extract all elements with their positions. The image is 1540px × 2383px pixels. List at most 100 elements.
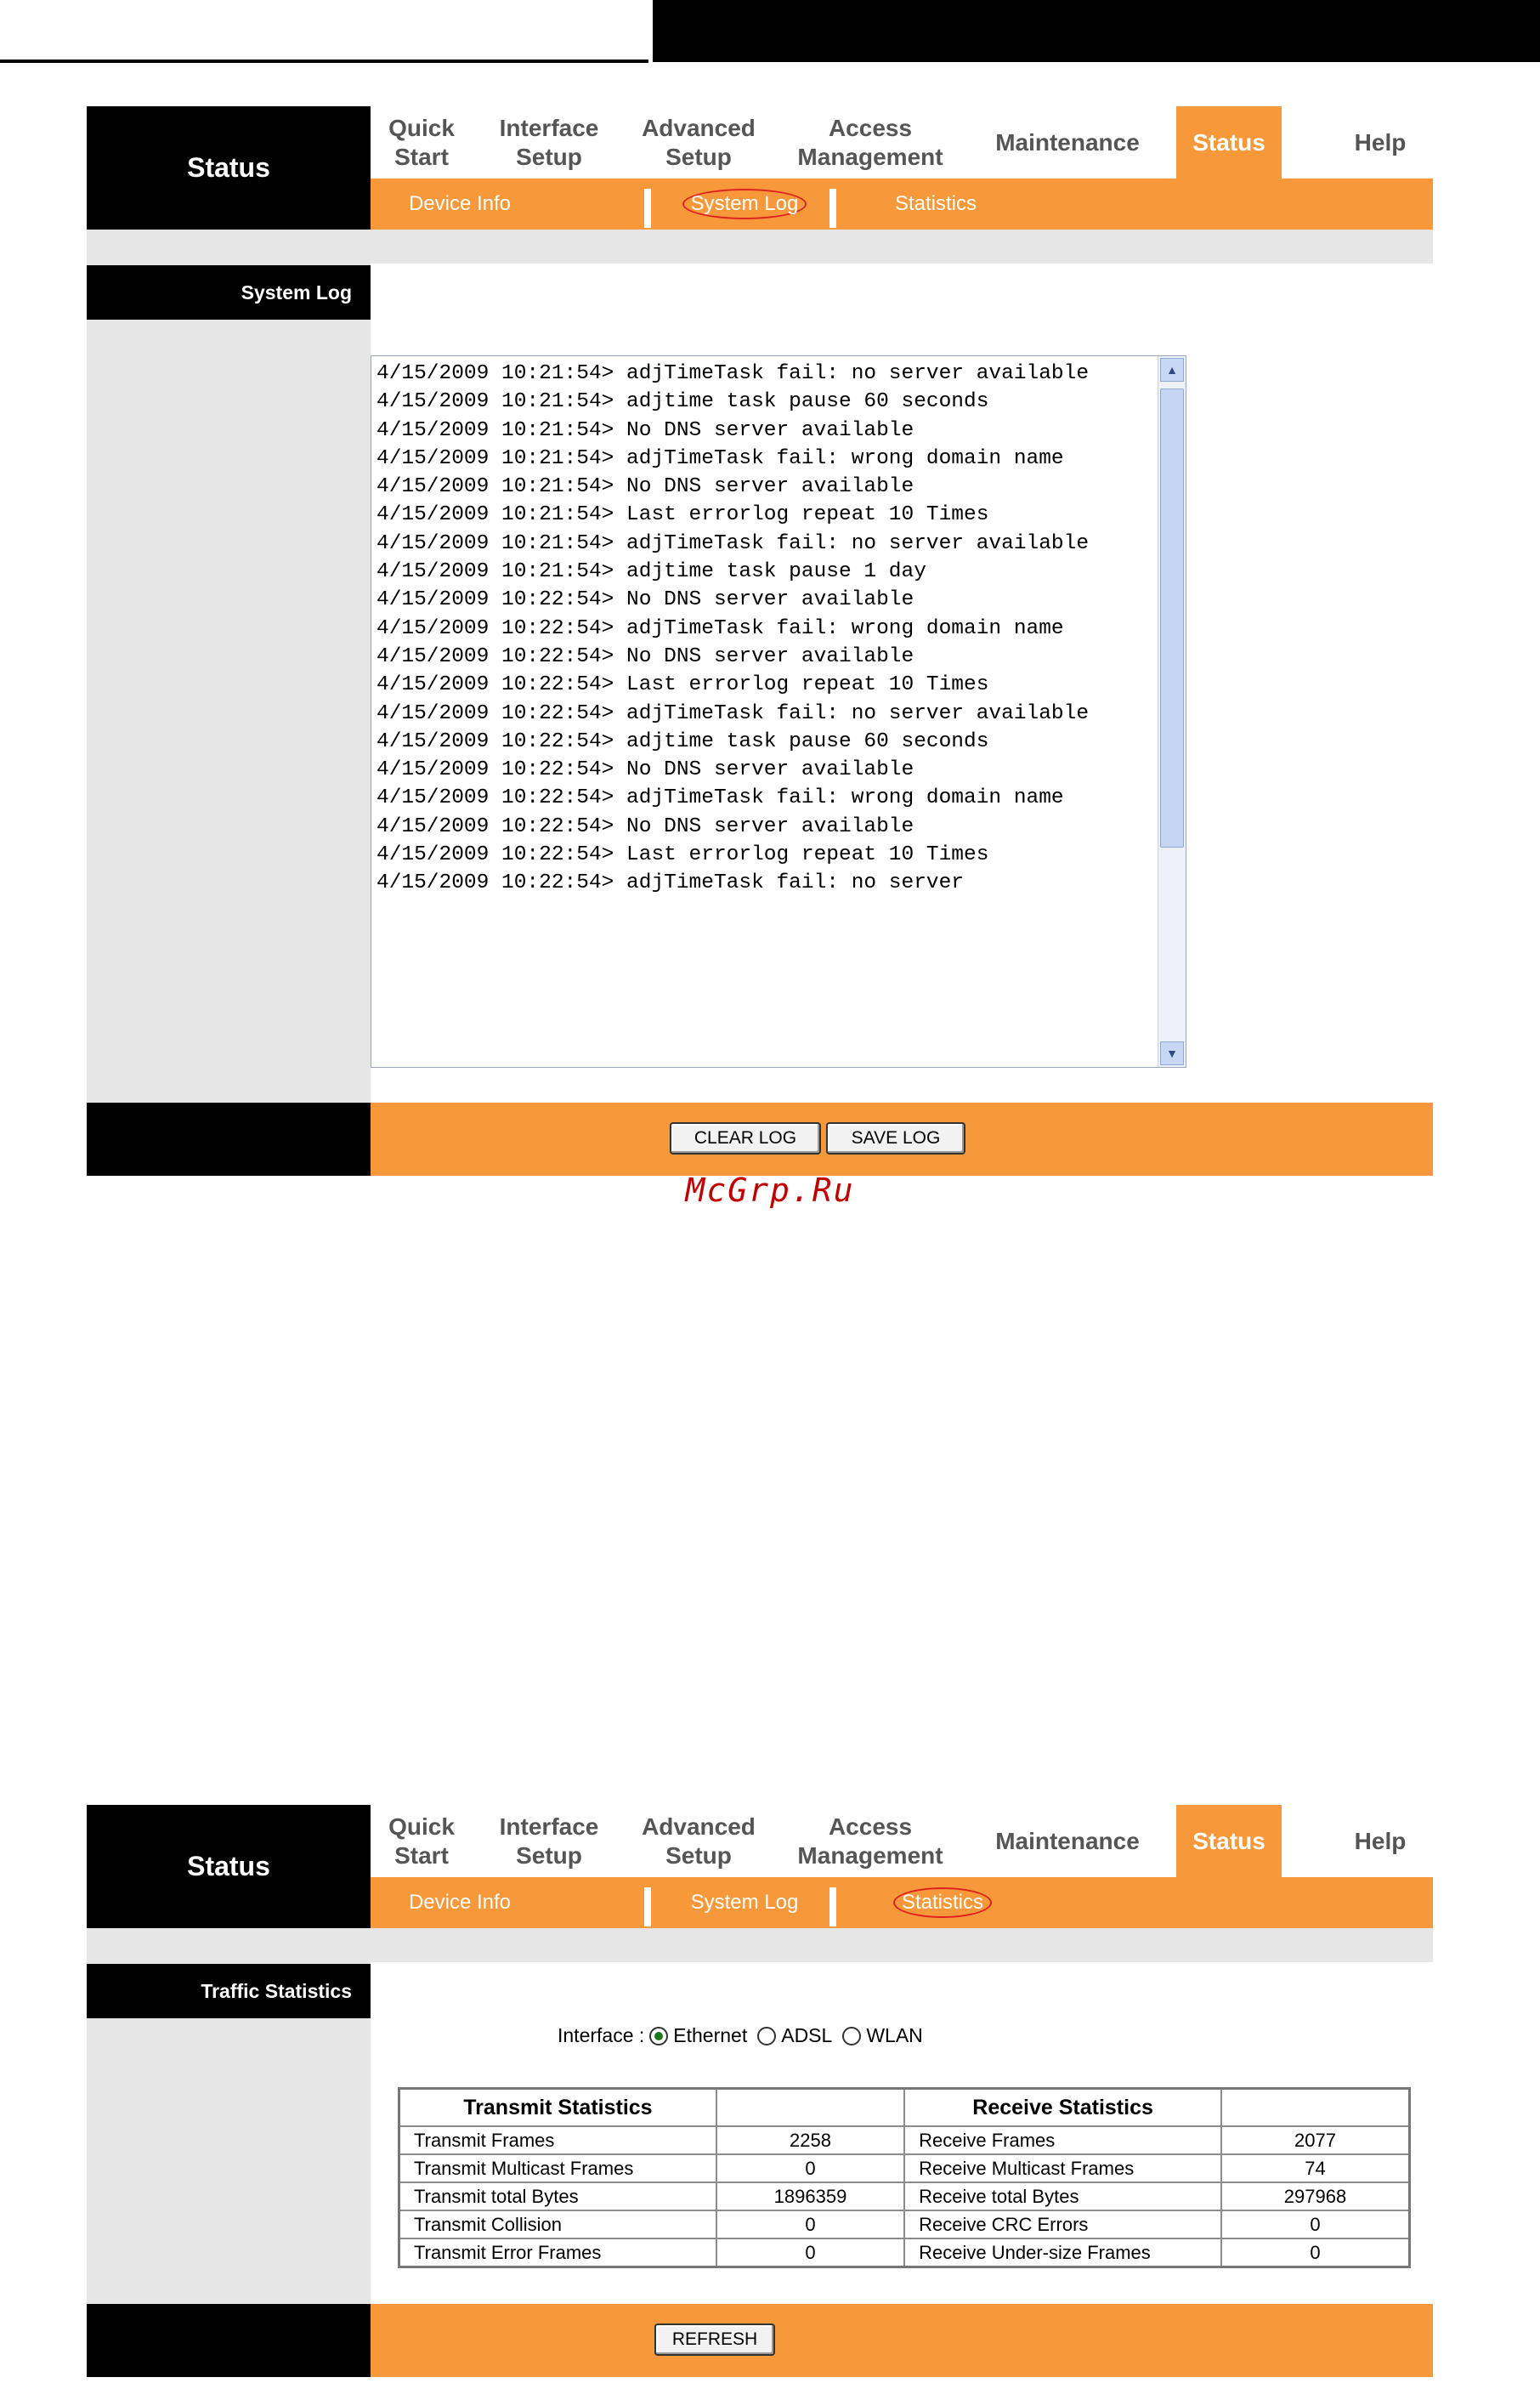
nav-quick-start[interactable]: Quick Start <box>371 106 473 179</box>
log-line: 4/15/2009 10:21:54> adjtime task pause 1… <box>377 560 926 584</box>
table-row: Transmit Collision 0 Receive CRC Errors 0 <box>398 2210 1411 2239</box>
radio-ethernet[interactable] <box>649 2026 669 2045</box>
scroll-down-icon[interactable]: ▼ <box>1160 1041 1184 1065</box>
nav-help[interactable]: Help <box>1328 1805 1433 1877</box>
statistics-screen: Status Quick Start Interface Setup Advan… <box>87 1805 1433 2379</box>
clear-log-button[interactable]: CLEAR LOG <box>670 1122 821 1155</box>
subnav-statistics[interactable]: Statistics <box>846 179 1025 230</box>
transmit-label: Transmit total Bytes <box>398 2182 717 2211</box>
log-line: 4/15/2009 10:22:54> Last errorlog repeat… <box>377 843 989 867</box>
log-line: 4/15/2009 10:22:54> No DNS server availa… <box>377 644 914 668</box>
table-row: Transmit Error Frames 0 Receive Under-size… <box>398 2238 1411 2268</box>
system-log-screen: Status Quick Start Interface Setup Advan… <box>87 106 1433 1177</box>
section-title: Traffic Statistics <box>87 1964 371 2018</box>
radio-adsl-label: ADSL <box>781 2024 833 2046</box>
radio-wlan[interactable] <box>842 2026 862 2045</box>
transmit-value-header <box>715 2087 906 2127</box>
nav-advanced-setup[interactable]: Advanced Setup <box>626 106 772 179</box>
log-line: 4/15/2009 10:21:54> No DNS server availa… <box>377 418 914 442</box>
receive-value: 2077 <box>1220 2125 1411 2155</box>
footer-left <box>87 1103 371 1176</box>
section-title: System Log <box>87 265 371 320</box>
log-line: 4/15/2009 10:21:54> adjTimeTask fail: wr… <box>377 446 1064 470</box>
receive-label: Receive CRC Errors <box>903 2210 1223 2239</box>
highlight-circle: Statistics <box>892 1887 993 1918</box>
system-log-textarea[interactable]: 4/15/2009 10:21:54> adjTimeTask fail: no… <box>371 355 1186 1068</box>
receive-value: 74 <box>1220 2153 1411 2183</box>
subnav-system-log[interactable]: System Log <box>655 1877 834 1928</box>
scroll-thumb[interactable] <box>1160 389 1184 848</box>
receive-value: 297968 <box>1220 2182 1411 2211</box>
receive-label: Receive Under-size Frames <box>903 2238 1223 2268</box>
log-line: 4/15/2009 10:22:54> adjTimeTask fail: no… <box>377 701 1090 725</box>
nav-access-management[interactable]: Access Management <box>772 1805 969 1877</box>
manual-header-rule <box>0 0 648 63</box>
grey-separator-bar <box>87 1928 1433 1962</box>
nav-advanced-setup[interactable]: Advanced Setup <box>626 1805 772 1877</box>
nav-interface-setup[interactable]: Interface Setup <box>473 1805 626 1877</box>
log-line: 4/15/2009 10:22:54> No DNS server availa… <box>377 758 914 782</box>
table-row: Transmit Multicast Frames 0 Receive Multic… <box>398 2153 1411 2183</box>
receive-value-header <box>1220 2087 1411 2127</box>
interface-selector: Interface : Ethernet ADSL WLAN <box>558 2024 923 2047</box>
refresh-button[interactable]: REFRESH <box>654 2323 775 2356</box>
brand-title: Status <box>87 106 371 230</box>
log-line: 4/15/2009 10:22:54> adjTimeTask fail: wr… <box>377 616 1064 640</box>
scroll-up-icon[interactable]: ▲ <box>1160 358 1184 382</box>
receive-header: Receive Statistics <box>903 2087 1223 2127</box>
log-line: 4/15/2009 10:22:54> adjTimeTask fail: wr… <box>377 786 1064 810</box>
table-row: Transmit Frames 2258 Receive Frames 2077 <box>398 2125 1411 2155</box>
header: Status Quick Start Interface Setup Advan… <box>87 1805 1433 1928</box>
table-row: Transmit total Bytes 1896359 Receive total… <box>398 2182 1411 2211</box>
nav-access-management[interactable]: Access Management <box>772 106 969 179</box>
transmit-value: 0 <box>715 2153 906 2183</box>
subnav-device-info[interactable]: Device Info <box>371 179 549 230</box>
nav-quick-start[interactable]: Quick Start <box>371 1805 473 1877</box>
nav-maintenance[interactable]: Maintenance <box>969 106 1166 179</box>
header: Status Quick Start Interface Setup Advan… <box>87 106 1433 230</box>
subnav-device-info[interactable]: Device Info <box>371 1877 549 1928</box>
nav-maintenance[interactable]: Maintenance <box>969 1805 1166 1877</box>
log-content: 4/15/2009 10:21:54> adjTimeTask fail: no… <box>377 360 1155 1064</box>
log-line: 4/15/2009 10:22:54> Last errorlog repeat… <box>377 673 989 697</box>
receive-value: 0 <box>1220 2210 1411 2239</box>
subnav-statistics[interactable]: Statistics <box>853 1877 1032 1928</box>
highlight-circle: System Log <box>682 189 807 219</box>
sub-nav: Device Info System Log Statistics <box>371 1877 1433 1928</box>
save-log-button[interactable]: SAVE LOG <box>826 1122 965 1155</box>
subnav-separator <box>829 189 836 228</box>
log-line: 4/15/2009 10:22:54> No DNS server availa… <box>377 588 914 612</box>
nav-status[interactable]: Status <box>1176 106 1282 179</box>
nav-help[interactable]: Help <box>1328 106 1433 179</box>
log-line: 4/15/2009 10:21:54> Last errorlog repeat… <box>377 503 989 527</box>
log-line: 4/15/2009 10:22:54> adjTimeTask fail: no… <box>377 871 965 895</box>
transmit-label: Transmit Frames <box>398 2125 717 2155</box>
receive-label: Receive Multicast Frames <box>903 2153 1223 2183</box>
footer-bar: REFRESH <box>371 2304 1433 2377</box>
watermark-text: McGrp.Ru <box>685 1172 855 1209</box>
radio-ethernet-label: Ethernet <box>673 2024 748 2046</box>
transmit-value: 1896359 <box>715 2182 906 2211</box>
subnav-separator <box>644 189 651 228</box>
transmit-header: Transmit Statistics <box>398 2087 717 2127</box>
log-line: 4/15/2009 10:21:54> adjTimeTask fail: no… <box>377 531 1090 555</box>
radio-adsl[interactable] <box>757 2026 777 2045</box>
subnav-separator <box>644 1887 651 1926</box>
manual-header-bar <box>653 0 1540 62</box>
traffic-statistics-table: Transmit Statistics Receive Statistics T… <box>398 2087 1411 2268</box>
main-nav: Quick Start Interface Setup Advanced Set… <box>371 106 1433 179</box>
subnav-separator <box>829 1887 836 1926</box>
brand-title: Status <box>87 1805 371 1928</box>
log-line: 4/15/2009 10:21:54> No DNS server availa… <box>377 475 914 499</box>
nav-interface-setup[interactable]: Interface Setup <box>473 106 626 179</box>
receive-label: Receive total Bytes <box>903 2182 1223 2211</box>
log-line: 4/15/2009 10:21:54> adjTimeTask fail: no… <box>377 362 1090 385</box>
subnav-system-log[interactable]: System Log <box>655 179 834 230</box>
main-nav: Quick Start Interface Setup Advanced Set… <box>371 1805 1433 1877</box>
nav-status[interactable]: Status <box>1176 1805 1282 1877</box>
footer-bar: CLEAR LOG SAVE LOG <box>371 1103 1433 1176</box>
log-scrollbar[interactable]: ▲ ▼ <box>1158 356 1186 1067</box>
log-line: 4/15/2009 10:21:54> adjtime task pause 6… <box>377 390 989 414</box>
receive-value: 0 <box>1220 2238 1411 2268</box>
interface-label: Interface : <box>558 2024 645 2046</box>
